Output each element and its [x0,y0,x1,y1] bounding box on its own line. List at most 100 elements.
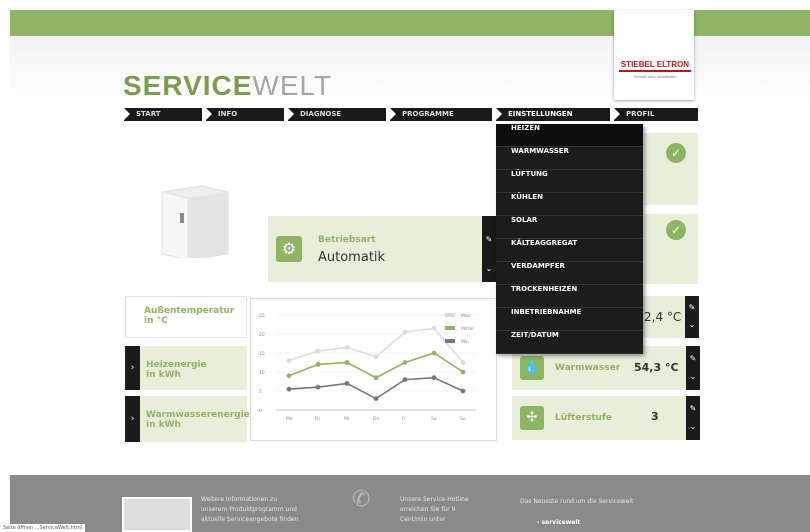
x-tick-label: Di [315,416,320,422]
mode-value: Automatik [318,250,386,265]
warmwater-energy-title: Warmwasserenergie [146,410,250,420]
footer-col2-line: erreichen Sie für 9 [400,506,456,513]
nav-diagnose[interactable]: DIAGNOSE [288,108,386,121]
fan-icon: ✣ [520,406,544,430]
nav-programme[interactable]: PROGRAMME [390,108,492,121]
footer-link-text: servicewelt [541,519,581,526]
nav-info[interactable]: INFO [206,108,284,121]
series-line-min [288,376,464,400]
y-tick-label: 10 [259,370,265,376]
outdoor-temp-title: Außentemperatur [144,306,235,316]
brand-light: WELT [252,70,333,101]
footer-thumbnail[interactable] [122,497,192,532]
legend-label: Max [461,313,471,319]
legend-label: Mittel [461,326,474,332]
footer-col1[interactable]: Weitere Informationen zu unserem Produkt… [201,495,298,525]
menu-item-verdampfer[interactable]: VERDAMPFER [496,262,643,285]
data-point [431,325,437,331]
x-tick-label: Mi [344,416,349,422]
data-point [402,377,408,382]
outdoor-edit-button[interactable]: ✎ ⌄ [685,296,699,338]
data-point [344,344,350,350]
brand-title[interactable]: SERVICEWELT [123,70,332,102]
menu-item-kuehlen[interactable]: KÜHLEN [496,193,643,216]
heat-pump-image [161,185,229,258]
nav-start[interactable]: START [124,108,202,121]
data-point [373,375,379,381]
logo-name: STIEBEL ELTRON [619,60,691,72]
chevron-right-icon: › [125,396,140,442]
heating-energy-title: Heizenergie [146,360,207,370]
data-point [460,388,466,394]
nav-profil[interactable]: PROFIL [614,108,698,121]
heating-energy-label: Heizenergie in kWh [146,360,207,380]
menu-item-kaelteaggregat[interactable]: KÄLTEAGGREGAT [496,239,643,262]
menu-item-trockenheizen[interactable]: TROCKENHEIZEN [496,285,643,308]
check-icon: ✓ [666,143,686,163]
logo-box[interactable] [614,10,694,100]
footer-servicewelt-link[interactable]: › servicewelt [537,518,580,528]
data-point [373,354,379,360]
footer-col1-line: Weitere Informationen zu [201,496,278,503]
warmwater-energy-panel[interactable]: › Warmwasserenergie in kWh [125,396,250,442]
footer-col2-line: Unsere Service-Hotline [400,496,469,503]
chevron-right-icon: › [125,346,140,390]
data-point [402,329,408,335]
data-point [286,386,292,392]
data-point [315,362,321,367]
brand-strong: SERVICE [123,70,253,101]
water-drop-icon: 💧 [520,356,544,380]
phone-icon: ✆ [352,487,371,512]
y-tick-label: 15 [259,351,265,357]
y-tick-label: 0 [259,408,262,414]
heating-energy-panel[interactable]: › Heizenergie in kWh [125,346,247,390]
temperature-chart: 0 5 10 15 20 25 Mo Di Mi Do Fr Sa So Max Mittel Min [250,298,497,441]
warmwater-edit-button[interactable]: ✎ ⌄ [686,346,700,390]
outdoor-temp-unit: in °C [144,316,168,326]
warmwater-energy-unit: in kWh [146,420,181,430]
chevron-down-icon: ⌄ [689,422,697,431]
menu-item-solar[interactable]: SOLAR [496,216,643,239]
fan-edit-button[interactable]: ✎ ⌄ [686,396,700,440]
fan-label: Lüfterstufe [555,413,612,423]
footer-col2[interactable]: Unsere Service-Hotline erreichen Sie für… [400,495,469,525]
nav-einstellungen[interactable]: EINSTELLUNGEN [496,108,610,121]
chevron-down-icon: ⌄ [485,264,493,273]
menu-item-heizen[interactable]: HEIZEN [496,124,643,147]
menu-item-warmwasser[interactable]: WARMWASSER [496,147,643,170]
outdoor-temp-value: 2,4 °C [644,310,682,324]
legend-label: Min [461,339,469,345]
warmwater-value: 54,3 °C [634,361,679,374]
menu-item-zeit-datum[interactable]: ZEIT/DATUM [496,331,643,354]
data-point [460,369,466,375]
data-point [431,350,437,356]
mode-label: Betriebsart [318,235,376,245]
data-point [344,360,350,365]
mode-edit-button[interactable]: ✎ ⌄ [482,216,496,282]
settings-gears-icon: ⚙ [276,236,302,262]
y-tick-label: 5 [259,389,262,395]
chevron-down-icon: ⌄ [688,320,696,329]
x-tick-label: So [460,416,466,422]
browser-status-bar: Seite öffnen ...ServiceWelt.html [0,524,86,532]
footer-col1-line: unserem Produktprogramm und [201,506,297,513]
data-point [315,348,321,354]
check-icon: ✓ [666,220,686,240]
data-point [402,360,408,365]
data-point [344,381,350,386]
heating-energy-unit: in kWh [146,370,181,380]
legend-swatch [445,339,455,343]
menu-item-lueftung[interactable]: LÜFTUNG [496,170,643,193]
data-point [286,373,292,379]
logo-tagline: Technik zum Wohlfühlen [633,74,677,79]
menu-item-inbetriebnahme[interactable]: INBETRIEBNAHME [496,308,643,331]
warmwater-energy-label: Warmwasserenergie in kWh [146,410,250,430]
x-tick-label: Sa [431,416,437,422]
data-point [286,358,292,363]
x-tick-label: Do [373,416,379,422]
x-tick-label: Fr [402,416,406,422]
warmwater-label: Warmwasser [555,363,621,373]
y-tick-label: 20 [259,332,265,338]
y-tick-label: 25 [259,313,265,319]
x-tick-label: Mo [286,416,293,422]
